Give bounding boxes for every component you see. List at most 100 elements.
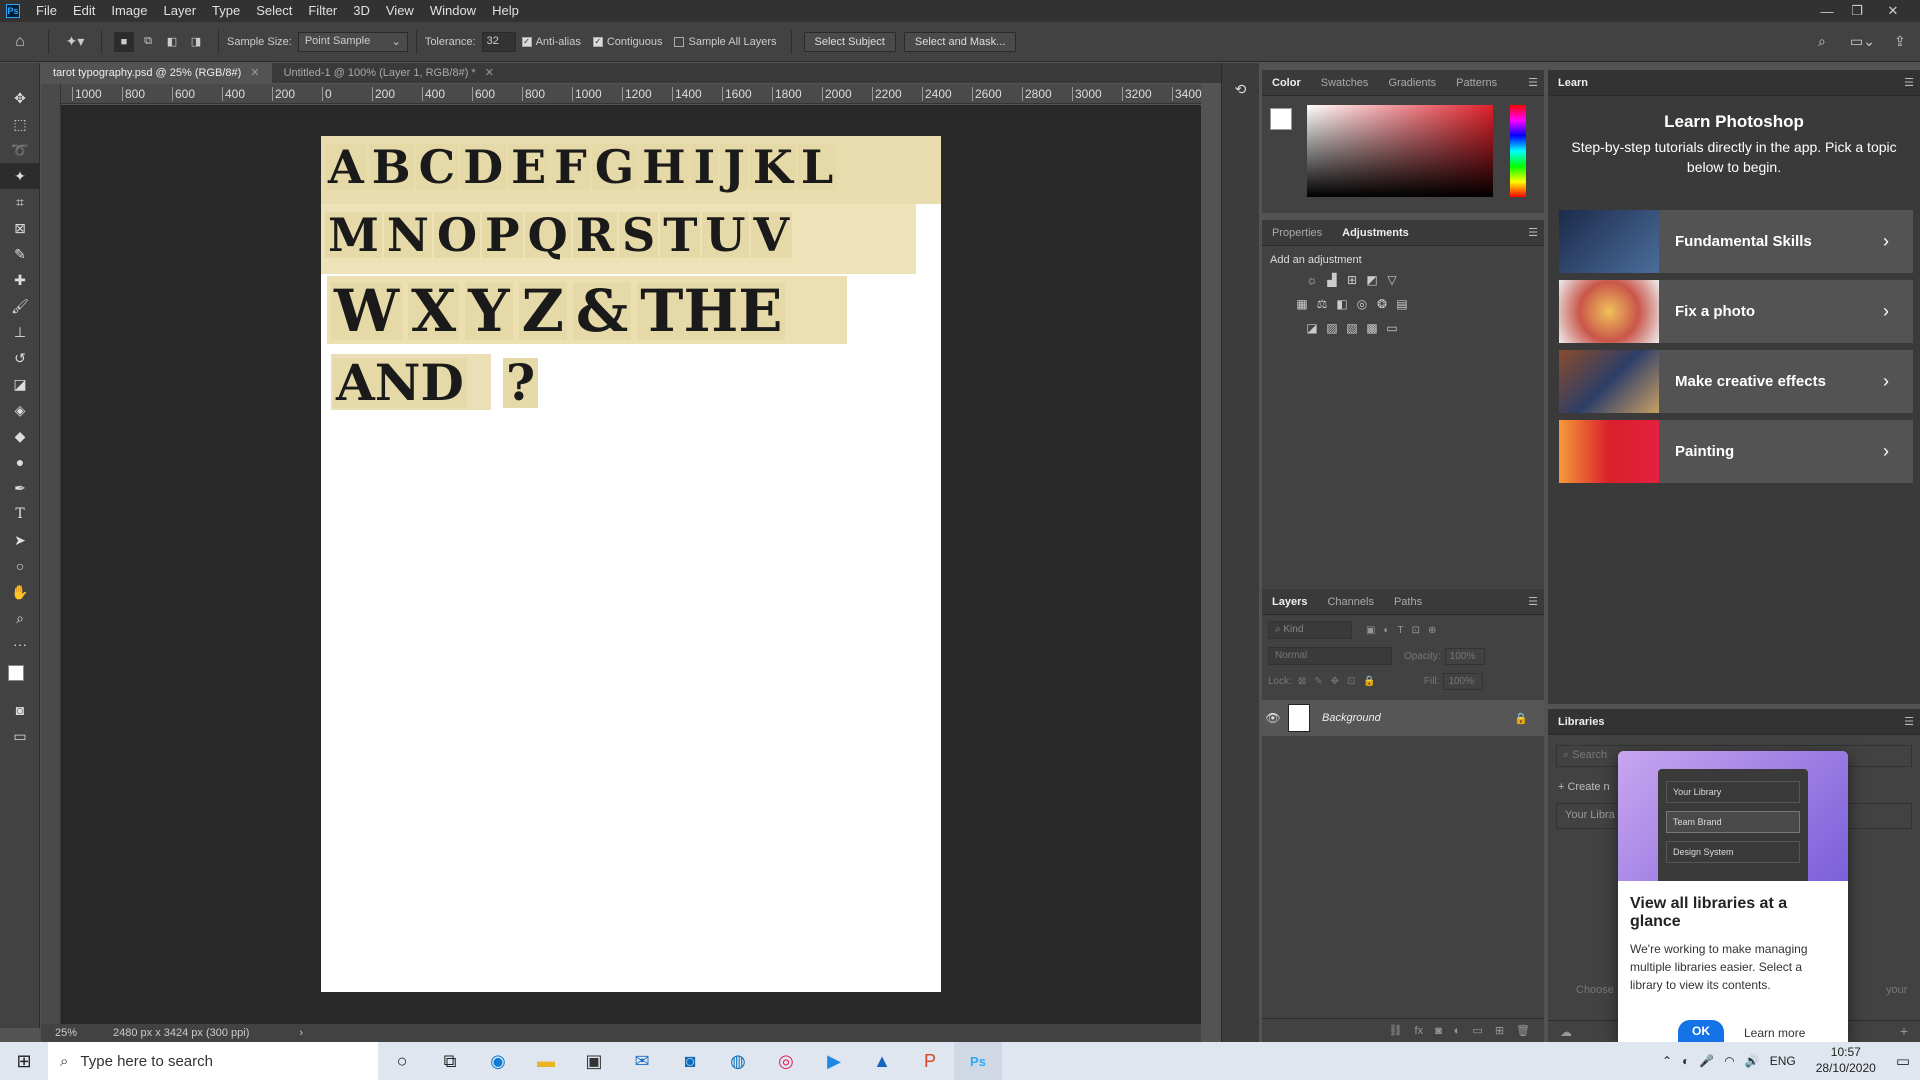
minimize-icon[interactable]: —	[1812, 0, 1842, 22]
menu-filter[interactable]: Filter	[300, 0, 345, 22]
new-selection-icon[interactable]: ■	[114, 31, 134, 52]
screen-mode-icon[interactable]: ▭	[0, 723, 40, 749]
tab-gradients[interactable]: Gradients	[1378, 70, 1446, 96]
menu-3d[interactable]: 3D	[345, 0, 378, 22]
tray-app-icon[interactable]: ◐	[1682, 1054, 1689, 1068]
tab-patterns[interactable]: Patterns	[1446, 70, 1507, 96]
dell-icon[interactable]: ◙	[666, 1042, 714, 1080]
layer-name[interactable]: Background	[1322, 712, 1381, 724]
cloud-icon[interactable]: ☁	[1560, 1025, 1572, 1039]
notifications-icon[interactable]: ▭	[1896, 1052, 1910, 1070]
document-canvas[interactable]: ABCDEFGHIJKL MNOPQRSTUV W X Y Z & THE AND?	[321, 136, 941, 992]
channel-mixer-icon[interactable]: ❂	[1372, 294, 1392, 314]
layer-kind-filter[interactable]: ⌕ Kind	[1268, 621, 1352, 639]
panel-menu-icon[interactable]: ☰	[1528, 226, 1538, 239]
file-explorer-icon[interactable]: ▬	[522, 1042, 570, 1080]
tab-swatches[interactable]: Swatches	[1311, 70, 1379, 96]
app-blue-icon[interactable]: ◍	[714, 1042, 762, 1080]
menu-select[interactable]: Select	[248, 0, 300, 22]
menu-type[interactable]: Type	[204, 0, 248, 22]
windows-start-icon[interactable]: ⊞	[0, 1042, 48, 1080]
home-icon[interactable]: ⌂	[0, 33, 40, 51]
edge-icon[interactable]: ◉	[474, 1042, 522, 1080]
mail-icon[interactable]: ✉	[618, 1042, 666, 1080]
photo-filter-icon[interactable]: ◎	[1352, 294, 1372, 314]
hue-saturation-icon[interactable]: ▦	[1292, 294, 1312, 314]
menu-layer[interactable]: Layer	[156, 0, 205, 22]
zoom-tool-icon[interactable]: ⌕	[0, 605, 40, 631]
tab-color[interactable]: Color	[1262, 70, 1311, 96]
learn-card-make-creative-effects[interactable]: Make creative effects ›	[1559, 350, 1913, 413]
foreground-color[interactable]	[1270, 108, 1292, 130]
volume-icon[interactable]: 🔊	[1745, 1054, 1760, 1068]
pen-tool-icon[interactable]: ✒	[0, 475, 40, 501]
lock-icons[interactable]: ⊠✎✥⊡🔒	[1298, 676, 1384, 687]
magic-wand-tool-icon[interactable]: ✦	[0, 163, 40, 189]
photos-icon[interactable]: ▲	[858, 1042, 906, 1080]
hand-tool-icon[interactable]: ✋	[0, 579, 40, 605]
microphone-icon[interactable]: 🎤	[1699, 1054, 1714, 1068]
contiguous-checkbox[interactable]: ✓ Contiguous	[592, 36, 662, 48]
eraser-tool-icon[interactable]: ◪	[0, 371, 40, 397]
menu-image[interactable]: Image	[103, 0, 155, 22]
more-tools-icon[interactable]: ···	[0, 631, 40, 657]
curves-icon[interactable]: ⊞	[1342, 270, 1362, 290]
popup-learn-more-link[interactable]: Learn more	[1744, 1026, 1805, 1040]
brush-tool-icon[interactable]: 🖌	[0, 293, 40, 319]
black-white-icon[interactable]: ◧	[1332, 294, 1352, 314]
store-icon[interactable]: ▣	[570, 1042, 618, 1080]
exposure-icon[interactable]: ◩	[1362, 270, 1382, 290]
workspace-icon[interactable]: ▭⌄	[1850, 33, 1875, 50]
path-selection-icon[interactable]: ➤	[0, 527, 40, 553]
tab-channels[interactable]: Channels	[1317, 589, 1383, 615]
type-tool-icon[interactable]: T	[0, 501, 40, 527]
vibrance-icon[interactable]: ▽	[1382, 270, 1402, 290]
fill-input[interactable]: 100%	[1443, 673, 1484, 690]
color-field[interactable]	[1307, 105, 1493, 197]
add-to-selection-icon[interactable]: ⧉	[138, 32, 158, 52]
intersect-selection-icon[interactable]: ◨	[186, 32, 206, 52]
lasso-tool-icon[interactable]: ➰	[0, 137, 40, 163]
levels-icon[interactable]: ▟	[1322, 270, 1342, 290]
learn-card-fundamental-skills[interactable]: Fundamental Skills ›	[1559, 210, 1913, 273]
tab-paths[interactable]: Paths	[1384, 589, 1432, 615]
tab-tarot-typography[interactable]: tarot typography.psd @ 25% (RGB/8#) ✕	[41, 63, 272, 83]
select-subject-button[interactable]: Select Subject	[803, 31, 896, 52]
sample-all-layers-checkbox[interactable]: Sample All Layers	[674, 36, 777, 48]
anti-alias-checkbox[interactable]: ✓ Anti-alias	[521, 36, 581, 48]
gradient-map-icon[interactable]: ▭	[1382, 318, 1402, 338]
menu-help[interactable]: Help	[484, 0, 527, 22]
panel-menu-icon[interactable]: ☰	[1904, 715, 1914, 728]
tab-libraries[interactable]: Libraries	[1548, 709, 1614, 735]
restore-icon[interactable]: ❐	[1842, 0, 1872, 22]
learn-card-fix-a-photo[interactable]: Fix a photo ›	[1559, 280, 1913, 343]
move-tool-icon[interactable]: ✥	[0, 85, 40, 111]
panel-menu-icon[interactable]: ☰	[1904, 76, 1914, 89]
select-and-mask-button[interactable]: Select and Mask...	[903, 31, 1017, 52]
tab-learn[interactable]: Learn	[1548, 70, 1598, 96]
selective-color-icon[interactable]: ▩	[1362, 318, 1382, 338]
app-video-icon[interactable]: ▶	[810, 1042, 858, 1080]
menu-edit[interactable]: Edit	[65, 0, 103, 22]
powerpoint-icon[interactable]: P	[906, 1042, 954, 1080]
menu-window[interactable]: Window	[422, 0, 484, 22]
tolerance-input[interactable]: 32	[481, 31, 516, 52]
color-balance-icon[interactable]: ⚖	[1312, 294, 1332, 314]
subtract-selection-icon[interactable]: ◧	[162, 32, 182, 52]
status-arrow-icon[interactable]: ›	[299, 1027, 303, 1039]
blend-mode-select[interactable]: Normal	[1268, 647, 1392, 665]
blur-tool-icon[interactable]: ◆	[0, 423, 40, 449]
language-indicator[interactable]: ENG	[1770, 1054, 1796, 1068]
share-icon[interactable]: ⇪	[1894, 33, 1906, 50]
menu-view[interactable]: View	[378, 0, 422, 22]
new-group-icon[interactable]: ▭	[1472, 1024, 1482, 1037]
popup-ok-button[interactable]: OK	[1678, 1020, 1724, 1042]
history-brush-icon[interactable]: ↺	[0, 345, 40, 371]
task-view-icon[interactable]: ⧉	[426, 1042, 474, 1080]
wifi-icon[interactable]: ◠	[1724, 1054, 1734, 1068]
zoom-level[interactable]: 25%	[55, 1027, 105, 1039]
layer-style-icon[interactable]: fx	[1415, 1025, 1424, 1037]
tab-layers[interactable]: Layers	[1262, 589, 1317, 615]
hue-slider[interactable]	[1510, 105, 1526, 197]
taskbar-search[interactable]: ⌕ Type here to search	[48, 1042, 378, 1080]
